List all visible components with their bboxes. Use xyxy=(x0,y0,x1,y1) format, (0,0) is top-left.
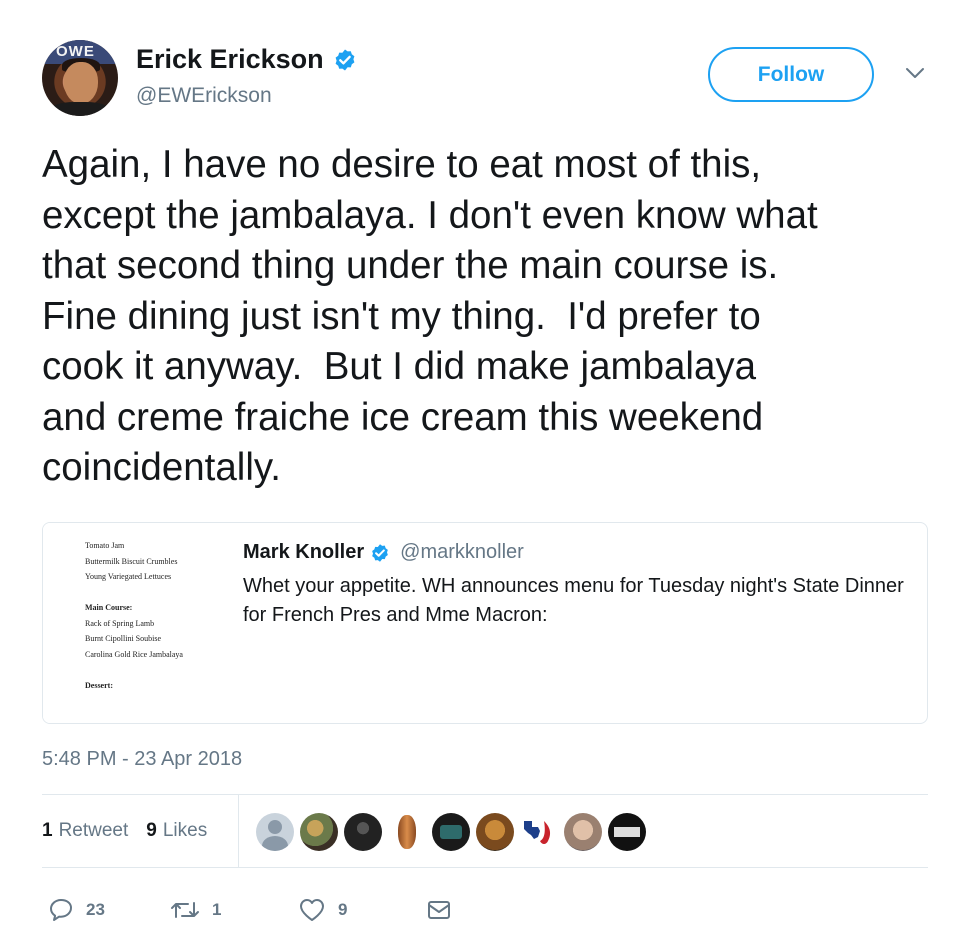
menu-heading: Dessert: xyxy=(85,680,113,690)
liker-avatar[interactable] xyxy=(564,813,602,851)
texas-flame-icon xyxy=(524,821,551,844)
retweet-action-count: 1 xyxy=(212,900,222,919)
retweet-count: 1 xyxy=(42,820,53,841)
liker-avatar[interactable] xyxy=(256,813,294,851)
tweet-text-line: and creme fraiche ice cream this weekend xyxy=(42,395,764,439)
reply-count: 23 xyxy=(86,900,105,919)
menu-line: Rack of Spring Lamb xyxy=(85,618,155,628)
liker-avatars xyxy=(256,813,652,851)
menu-heading: Main Course: xyxy=(85,603,133,612)
tweet-text-line: that second thing under the main course … xyxy=(42,244,779,287)
tweet-timestamp[interactable]: 5:48 PM - 23 Apr 2018 xyxy=(42,748,242,771)
tweet-text-line: Fine dining just isn't my thing. I'd pre… xyxy=(42,294,761,338)
stats-divider xyxy=(238,795,239,867)
tweet-text-line: coincidentally. xyxy=(42,446,281,489)
follow-button[interactable]: Follow xyxy=(708,47,874,102)
engagement-stats: 1 Retweet 9 Likes xyxy=(42,795,928,867)
quoted-author-row: Mark Knoller @markknoller xyxy=(243,541,915,564)
liker-avatar[interactable] xyxy=(300,813,338,851)
tweet-text-line: cook it anyway. But I did make jambalaya xyxy=(42,345,757,388)
quoted-tweet-body: Mark Knoller @markknoller Whet your appe… xyxy=(243,541,915,630)
retweet-icon xyxy=(171,902,199,918)
author-handle[interactable]: @EWErickson xyxy=(136,84,272,108)
author-avatar[interactable]: OWE xyxy=(42,40,118,116)
author-name-row: Erick Erickson xyxy=(136,44,357,75)
liker-avatar[interactable] xyxy=(432,813,470,851)
liker-avatar[interactable] xyxy=(388,813,426,851)
quoted-text: Whet your appetite. WH announces menu fo… xyxy=(243,575,904,626)
reply-icon xyxy=(50,899,72,921)
stats-counts: 1 Retweet 9 Likes xyxy=(42,795,207,867)
retweet-stat[interactable]: 1 Retweet xyxy=(42,820,128,842)
menu-line: Carolina Gold Rice Jambalaya xyxy=(85,649,183,659)
menu-line: Buttermilk Biscuit Crumbles xyxy=(85,556,178,566)
tweet-text-line: Again, I have no desire to eat most of t… xyxy=(42,143,762,186)
likes-stat[interactable]: 9 Likes xyxy=(146,820,207,842)
tweet-header: OWE Erick Erickson @EWErickson Follow xyxy=(42,40,942,120)
menu-line: Young Variegated Lettuces xyxy=(85,572,172,581)
liker-avatar[interactable] xyxy=(476,813,514,851)
quoted-tweet-card[interactable]: Tomato Jam Buttermilk Biscuit Crumbles Y… xyxy=(42,522,928,724)
quoted-display-name[interactable]: Mark Knoller xyxy=(243,541,364,564)
verified-badge-icon xyxy=(372,543,388,562)
author-display-name[interactable]: Erick Erickson xyxy=(136,44,324,75)
quoted-handle[interactable]: @markknoller xyxy=(400,541,524,564)
likes-stat-label: Likes xyxy=(162,820,208,841)
liker-avatar[interactable] xyxy=(608,813,646,851)
like-button[interactable]: 9 xyxy=(298,890,347,930)
quoted-menu-image[interactable]: Tomato Jam Buttermilk Biscuit Crumbles Y… xyxy=(43,523,225,723)
like-action-count: 9 xyxy=(338,900,348,919)
verified-badge-icon xyxy=(335,49,355,70)
direct-message-button[interactable] xyxy=(426,890,464,930)
retweet-stat-label: Retweet xyxy=(58,820,129,841)
retweet-button[interactable]: 1 xyxy=(170,890,221,930)
divider xyxy=(42,867,928,868)
liker-avatar[interactable] xyxy=(520,813,558,851)
likes-count: 9 xyxy=(146,820,157,841)
tweet-text-line: except the jambalaya. I don't even know … xyxy=(42,193,818,237)
chevron-down-icon[interactable] xyxy=(904,65,926,81)
reply-button[interactable]: 23 xyxy=(48,890,105,930)
tweet-actions: 23 1 9 xyxy=(42,890,642,930)
menu-line: Burnt Cipollini Soubise xyxy=(85,634,162,643)
menu-line: Tomato Jam xyxy=(85,541,125,550)
heart-icon xyxy=(300,899,324,921)
tweet-text: Again, I have no desire to eat most of t… xyxy=(42,140,942,494)
liker-avatar[interactable] xyxy=(344,813,382,851)
envelope-icon xyxy=(428,901,450,919)
